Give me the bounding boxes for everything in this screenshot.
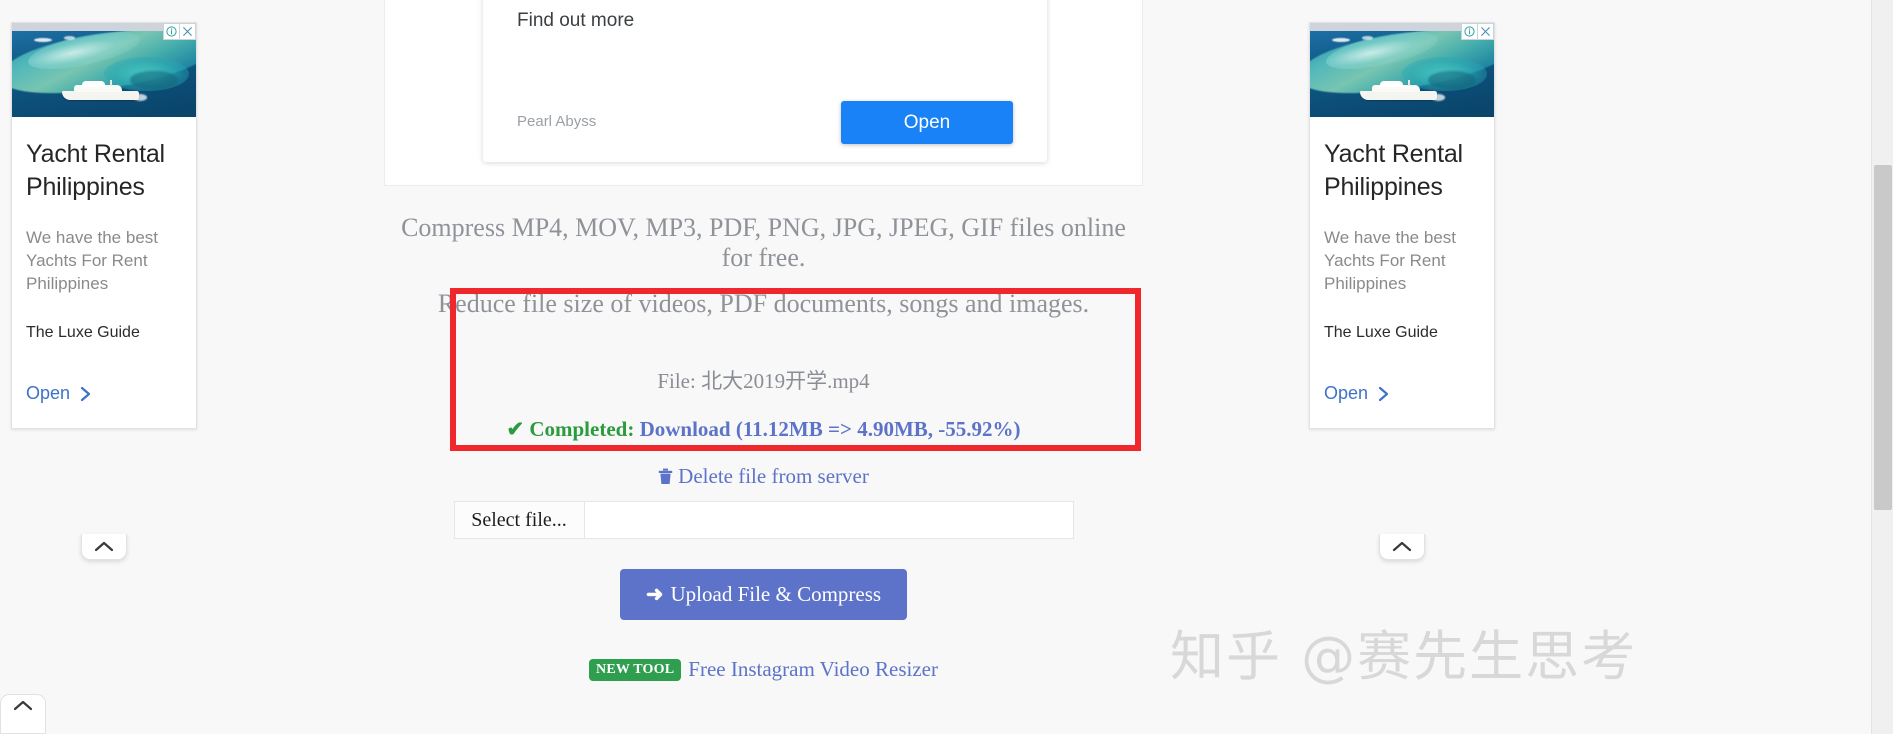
ad-open-label: Open <box>1324 383 1369 403</box>
chevron-up-icon <box>13 700 33 711</box>
page-scrollbar[interactable] <box>1871 0 1893 734</box>
bottom-left-stub[interactable] <box>0 694 46 734</box>
instagram-resizer-link[interactable]: Free Instagram Video Resizer <box>688 657 938 681</box>
zhihu-watermark: 知乎 @赛先生思考 <box>1170 625 1638 688</box>
chevron-up-icon <box>1392 541 1412 552</box>
ad-description: We have the best Yachts For Rent Philipp… <box>1324 228 1456 293</box>
delete-file-label: Delete file from server <box>678 464 869 488</box>
chevron-up-icon <box>94 541 114 552</box>
ad-info-icon[interactable] <box>163 23 180 40</box>
download-link[interactable]: Download (11.12MB => 4.90MB, -55.92%) <box>640 417 1021 441</box>
ad-close-icon[interactable] <box>1477 23 1494 40</box>
chevron-right-icon <box>80 386 91 401</box>
check-icon: ✔ <box>506 417 525 441</box>
yacht-illustration <box>61 80 147 101</box>
ad-open-link[interactable]: Open <box>1324 383 1480 404</box>
promo-title: Find out more <box>517 10 635 31</box>
promo-ad-container: Find out more Pearl Abyss Open <box>384 0 1143 186</box>
chevron-right-icon <box>1378 386 1389 401</box>
upload-file-compress-button[interactable]: ➜ Upload File & Compress <box>619 569 908 620</box>
yacht-illustration <box>1359 80 1445 101</box>
tagline-secondary: Reduce file size of videos, PDF document… <box>437 289 1090 318</box>
trash-icon <box>658 466 673 491</box>
result-status-row: ✔ Completed: Download (11.12MB => 4.90MB… <box>384 417 1143 442</box>
promo-advertiser: Pearl Abyss <box>517 113 597 130</box>
upload-button-label: Upload File & Compress <box>670 582 882 606</box>
ad-headline: Yacht Rental Philippines <box>26 140 165 201</box>
ad-open-link[interactable]: Open <box>26 383 182 404</box>
upload-button-row: ➜ Upload File & Compress <box>384 569 1143 620</box>
scrollbar-thumb[interactable] <box>1874 165 1892 510</box>
new-tool-badge: NEW TOOL <box>589 659 682 681</box>
ad-controls <box>163 23 196 40</box>
ad-image-yacht <box>1310 31 1494 117</box>
promo-open-button[interactable]: Open <box>841 101 1013 144</box>
ad-top-bar <box>1310 23 1494 40</box>
ad-close-icon[interactable] <box>179 23 196 40</box>
ad-controls <box>1461 23 1494 40</box>
compression-result-panel: File: 北大2019开学.mp4 ✔ Completed: Download… <box>384 339 1143 517</box>
ad-top-bar <box>12 23 196 40</box>
ad-open-label: Open <box>26 383 71 403</box>
main-content: Find out more Pearl Abyss Open Compress … <box>384 0 1143 682</box>
result-status-label: Completed: <box>529 417 635 441</box>
ad-unit-left[interactable]: Yacht Rental Philippines We have the bes… <box>11 22 197 429</box>
ad-info-icon[interactable] <box>1461 23 1478 40</box>
arrow-right-icon: ➜ <box>645 582 664 606</box>
file-input-row[interactable]: Select file... <box>453 501 1074 539</box>
ad-headline: Yacht Rental Philippines <box>1324 140 1463 201</box>
delete-file-link[interactable]: Delete file from server <box>384 464 1143 491</box>
ad-image-yacht <box>12 31 196 117</box>
ad-collapse-button-left[interactable] <box>81 534 127 560</box>
select-file-button[interactable]: Select file... <box>454 502 585 538</box>
promo-ad-card[interactable]: Find out more Pearl Abyss Open <box>483 0 1047 162</box>
selected-file-value[interactable] <box>584 502 1073 538</box>
ad-unit-right[interactable]: Yacht Rental Philippines We have the bes… <box>1309 22 1495 429</box>
result-file-name: File: 北大2019开学.mp4 <box>657 369 870 393</box>
ad-advertiser: The Luxe Guide <box>26 324 140 341</box>
page-root: Yacht Rental Philippines We have the bes… <box>0 0 1893 734</box>
ad-description: We have the best Yachts For Rent Philipp… <box>26 228 158 293</box>
ad-advertiser: The Luxe Guide <box>1324 324 1438 341</box>
tagline-primary: Compress MP4, MOV, MP3, PDF, PNG, JPG, J… <box>401 213 1126 272</box>
ad-collapse-button-right[interactable] <box>1379 534 1425 560</box>
new-tool-row: NEW TOOL Free Instagram Video Resizer <box>384 657 1143 682</box>
